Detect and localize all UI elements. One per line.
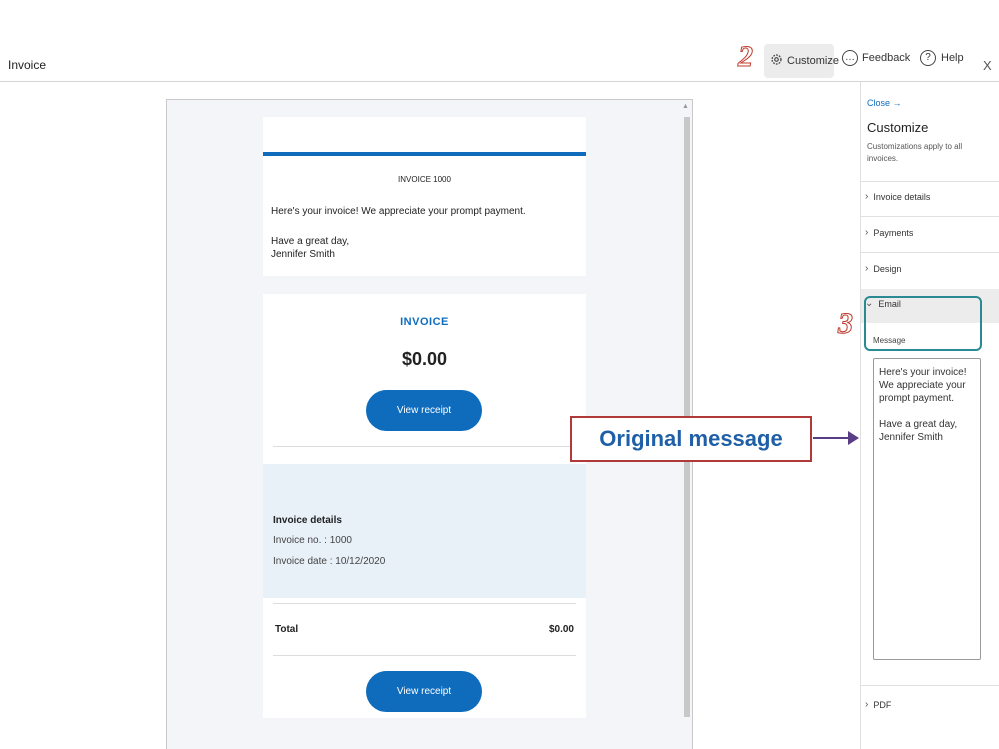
chevron-right-icon: › xyxy=(865,227,869,238)
customize-button[interactable]: Customize xyxy=(764,44,839,78)
help-button[interactable]: ? Help xyxy=(920,50,964,66)
invoice-details-card: Invoice details Invoice no. : 1000 Invoi… xyxy=(263,464,586,598)
sidebar-title: Customize xyxy=(867,120,929,135)
callout-arrow-head-icon xyxy=(848,431,859,445)
gear-icon xyxy=(770,53,783,69)
sidebar-subtitle: Customizations apply to all invoices. xyxy=(867,142,963,163)
invoice-label: INVOICE xyxy=(400,316,449,328)
sign-off-line2: Jennifer Smith xyxy=(271,249,335,260)
close-button[interactable]: X xyxy=(983,58,992,73)
feedback-icon: … xyxy=(842,50,858,66)
section-label: PDF xyxy=(873,699,892,710)
invoice-amount: $0.00 xyxy=(401,349,448,369)
help-label: Help xyxy=(941,52,964,64)
callout-arrow-line xyxy=(813,437,853,439)
email-invoice-number: INVOICE 1000 xyxy=(398,175,451,184)
email-card: INVOICE 1000 Here's your invoice! We app… xyxy=(263,117,586,276)
section-payments[interactable]: › Payments xyxy=(865,227,913,238)
section-invoice-details[interactable]: › Invoice details xyxy=(865,191,930,202)
sign-off-line1: Have a great day, xyxy=(271,236,350,247)
invoice-card: INVOICE $0.00 View receipt xyxy=(263,294,586,464)
chevron-right-icon: › xyxy=(865,263,869,274)
customize-label: Customize xyxy=(787,55,839,67)
email-sign-off: Have a great day, Jennifer Smith xyxy=(271,235,349,261)
section-label: Payments xyxy=(873,227,914,238)
total-value: $0.00 xyxy=(548,624,574,635)
section-label: Design xyxy=(873,263,902,274)
chevron-right-icon: › xyxy=(865,191,869,202)
view-receipt-button[interactable]: View receipt xyxy=(366,390,482,431)
feedback-label: Feedback xyxy=(862,52,911,64)
email-highlight-box xyxy=(864,296,982,351)
scroll-up-arrow-icon[interactable]: ▲ xyxy=(682,103,689,110)
invoice-date: Invoice date : 10/12/2020 xyxy=(273,556,386,567)
annotation-step-2: 2 xyxy=(738,40,754,73)
divider xyxy=(861,216,999,217)
message-textarea[interactable]: Here's your invoice! We appreciate your … xyxy=(873,358,981,660)
section-label: Invoice details xyxy=(873,191,931,202)
chevron-right-icon: › xyxy=(865,699,869,710)
divider xyxy=(273,603,576,604)
invoice-no: Invoice no. : 1000 xyxy=(273,535,352,546)
total-card: Total $0.00 View receipt xyxy=(263,598,586,718)
divider xyxy=(861,685,999,686)
original-message-callout: Original message xyxy=(570,416,812,462)
top-bar: Invoice 2 Customize … Feedback ? Help X xyxy=(0,0,999,82)
sidebar-close-link[interactable]: Close → xyxy=(867,98,902,108)
section-pdf[interactable]: › PDF xyxy=(865,699,891,710)
accent-rule xyxy=(263,152,586,156)
feedback-button[interactable]: … Feedback xyxy=(842,50,910,66)
help-icon: ? xyxy=(920,50,936,66)
invoice-details-title: Invoice details xyxy=(273,515,342,526)
divider xyxy=(861,181,999,182)
divider xyxy=(861,252,999,253)
divider xyxy=(273,655,576,656)
total-label: Total xyxy=(275,624,299,635)
view-receipt-button-bottom[interactable]: View receipt xyxy=(366,671,482,712)
divider xyxy=(273,446,576,447)
section-design[interactable]: › Design xyxy=(865,263,901,274)
customize-sidebar: Close → Customize Customizations apply t… xyxy=(860,82,999,749)
page-title: Invoice xyxy=(8,58,47,72)
email-message: Here's your invoice! We appreciate your … xyxy=(271,206,526,217)
preview-scrollbar[interactable]: ▲ xyxy=(681,101,691,721)
annotation-step-3: 3 xyxy=(838,307,854,340)
